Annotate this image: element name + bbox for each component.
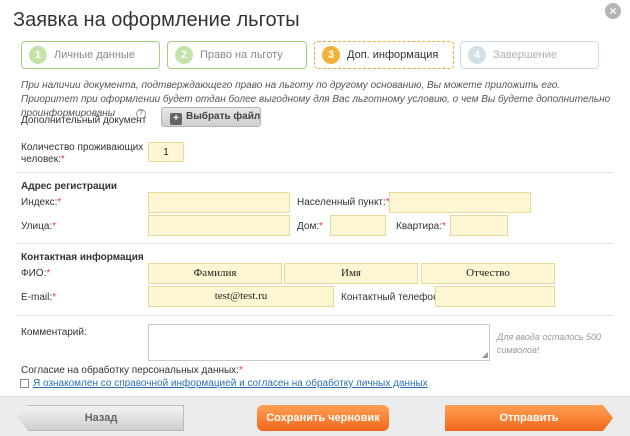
comment-textarea[interactable]: ◢ — [148, 324, 490, 361]
surname-input[interactable]: Фамилия — [148, 263, 282, 284]
divider — [16, 172, 614, 173]
house-input[interactable] — [330, 215, 386, 236]
step-personal-data[interactable]: 1 Личные данные — [21, 41, 160, 69]
step-number: 4 — [468, 46, 486, 64]
save-draft-button[interactable]: Сохранить черновик — [257, 405, 389, 431]
name-input[interactable]: Имя — [284, 263, 418, 284]
step-number: 2 — [175, 46, 193, 64]
flat-label: Квартира:* — [396, 221, 446, 232]
address-heading: Адрес регистрации — [21, 181, 118, 192]
consent-link[interactable]: Я ознакомлен со справочной информацией и… — [33, 378, 428, 389]
city-input[interactable] — [389, 192, 531, 213]
email-input[interactable]: test@test.ru — [148, 286, 334, 307]
street-input[interactable] — [148, 215, 290, 236]
dialog-title: Заявка на оформление льготы — [13, 9, 300, 31]
choose-file-button[interactable]: + Выбрать файл — [161, 107, 261, 127]
step-label: Личные данные — [54, 49, 135, 61]
step-number: 1 — [29, 46, 47, 64]
step-number: 3 — [322, 46, 340, 64]
document-label: Дополнительный документ — [21, 115, 147, 126]
step-label: Право на льготу — [200, 49, 283, 61]
chars-left-hint: Для ввода осталось 500 символов! — [497, 332, 602, 355]
index-label: Индекс:* — [21, 197, 62, 208]
step-benefit-right[interactable]: 2 Право на льготу — [167, 41, 307, 69]
fio-label: ФИО:* — [21, 268, 51, 279]
city-label: Населенный пункт:* — [297, 197, 390, 208]
phone-label: Контактный телефон: — [341, 292, 442, 303]
resize-grip-icon[interactable]: ◢ — [482, 350, 488, 359]
step-completion[interactable]: 4 Завершение — [460, 41, 599, 69]
consent-checkbox[interactable] — [20, 379, 29, 388]
plus-icon: + — [170, 113, 182, 125]
send-button[interactable]: Отправить — [445, 405, 613, 431]
back-button[interactable]: Назад — [18, 405, 184, 431]
divider — [16, 243, 614, 244]
choose-file-label: Выбрать файл — [186, 111, 261, 122]
step-additional-info[interactable]: 3 Доп. информация — [314, 41, 454, 69]
close-icon[interactable]: × — [605, 3, 621, 19]
phone-input[interactable] — [435, 286, 555, 307]
residents-label-2: человек:* — [21, 154, 65, 165]
index-input[interactable] — [148, 192, 290, 213]
patronymic-input[interactable]: Отчество — [421, 263, 555, 284]
consent-label: Согласие на обработку персональных данны… — [21, 365, 243, 376]
flat-input[interactable] — [450, 215, 508, 236]
house-label: Дом:* — [297, 221, 324, 232]
step-label: Доп. информация — [347, 49, 439, 61]
divider — [16, 315, 614, 316]
email-label: E-mail:* — [21, 292, 57, 303]
residents-count-input[interactable]: 1 — [148, 142, 184, 162]
help-icon[interactable]: ? — [136, 109, 146, 119]
step-label: Завершение — [493, 49, 557, 61]
street-label: Улица:* — [21, 221, 57, 232]
contact-heading: Контактная информация — [21, 252, 144, 263]
residents-label: Количество проживающих — [21, 142, 144, 153]
comment-label: Комментарий: — [21, 327, 87, 338]
